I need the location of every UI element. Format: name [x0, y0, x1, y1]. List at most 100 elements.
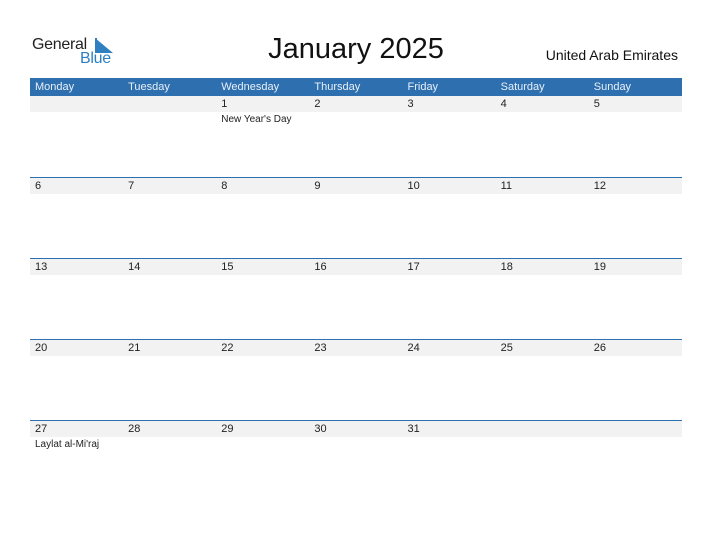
- holiday-label: [403, 194, 496, 196]
- holiday-label: [309, 112, 402, 114]
- day-cell: 3: [402, 96, 496, 125]
- day-cell: 28: [123, 421, 217, 450]
- day-cell: 15: [216, 259, 310, 277]
- day-number: 27: [30, 421, 124, 437]
- day-number: 9: [309, 178, 403, 194]
- day-number: 29: [216, 421, 310, 437]
- day-cell: 6: [30, 178, 124, 196]
- day-number: 20: [30, 340, 124, 356]
- holiday-label: [496, 194, 589, 196]
- day-cell: 5: [588, 96, 682, 125]
- weekday-monday: Monday: [35, 81, 75, 93]
- day-cell: 31: [402, 421, 496, 450]
- weekday-header: Monday Tuesday Wednesday Thursday Friday Satu…: [30, 78, 682, 96]
- day-cell: 22: [216, 340, 310, 358]
- day-cell: 10: [402, 178, 496, 196]
- holiday-label: [30, 194, 123, 196]
- day-number: 19: [588, 259, 682, 275]
- day-cell: 23: [309, 340, 403, 358]
- holiday-label: [123, 275, 216, 277]
- holiday-label: Laylat al-Mi'raj: [35, 439, 100, 450]
- holiday-label: [403, 356, 496, 358]
- day-number: [123, 96, 217, 112]
- day-cell: 14: [123, 259, 217, 277]
- day-number: [588, 421, 682, 437]
- day-number: 24: [402, 340, 496, 356]
- day-cell: 24: [402, 340, 496, 358]
- day-number: 15: [216, 259, 310, 275]
- day-cell: 21: [123, 340, 217, 358]
- day-number: 17: [402, 259, 496, 275]
- holiday-label: [403, 437, 496, 439]
- day-number: 30: [309, 421, 403, 437]
- day-cell: [123, 96, 217, 125]
- weekday-saturday: Saturday: [500, 81, 545, 93]
- weekday-thursday: Thursday: [314, 81, 361, 93]
- day-cell: 29: [216, 421, 310, 450]
- week-row: 1 New Year's Day 2 3 4 5: [30, 96, 682, 177]
- day-cell: 2: [309, 96, 403, 125]
- day-cell: 25: [495, 340, 589, 358]
- holiday-label: [496, 356, 589, 358]
- weekday-tuesday: Tuesday: [128, 81, 170, 93]
- day-cell: 27 Laylat al-Mi'raj: [30, 421, 124, 450]
- day-number: 6: [30, 178, 124, 194]
- day-number: 16: [309, 259, 403, 275]
- day-number: 14: [123, 259, 217, 275]
- day-cell: 16: [309, 259, 403, 277]
- holiday-label: [123, 194, 216, 196]
- holiday-label: [216, 356, 309, 358]
- day-number: [495, 421, 589, 437]
- day-number: 12: [588, 178, 682, 194]
- day-number: 31: [402, 421, 496, 437]
- holiday-label: [589, 194, 682, 196]
- day-number: 11: [495, 178, 589, 194]
- week-days: 1 New Year's Day 2 3 4 5: [30, 96, 682, 125]
- holiday-label: [589, 356, 682, 358]
- day-cell: 18: [495, 259, 589, 277]
- holiday-label: New Year's Day: [221, 114, 292, 125]
- week-days: 20 21 22 23 24 25 26: [30, 340, 682, 358]
- holiday-label: [589, 437, 682, 439]
- week-row: 27 Laylat al-Mi'raj 28 29 30 31: [30, 420, 682, 501]
- holiday-label: [589, 112, 682, 114]
- weeks-container: 1 New Year's Day 2 3 4 5 6 7 8 9 10 11 12 13 14 15 16 17 1…: [30, 96, 682, 501]
- holiday-label: [30, 112, 123, 114]
- calendar-grid: Monday Tuesday Wednesday Thursday Friday Satu…: [30, 78, 682, 501]
- weekday-wednesday: Wednesday: [221, 81, 280, 93]
- country-label: United Arab Emirates: [545, 47, 678, 63]
- day-cell: 12: [588, 178, 682, 196]
- day-number: 21: [123, 340, 217, 356]
- holiday-label: [123, 112, 216, 114]
- weekday-friday: Friday: [407, 81, 439, 93]
- day-cell: 19: [588, 259, 682, 277]
- day-number: [30, 96, 124, 112]
- week-days: 27 Laylat al-Mi'raj 28 29 30 31: [30, 421, 682, 450]
- holiday-label: [216, 194, 309, 196]
- day-cell: 20: [30, 340, 124, 358]
- holiday-label: [30, 356, 123, 358]
- holiday-label: [309, 275, 402, 277]
- holiday-label: [403, 112, 496, 114]
- day-number: 13: [30, 259, 124, 275]
- day-cell: [495, 421, 589, 450]
- holiday-label: [496, 437, 589, 439]
- day-number: 26: [588, 340, 682, 356]
- day-number: 1: [216, 96, 310, 112]
- day-number: 25: [495, 340, 589, 356]
- day-cell: 8: [216, 178, 310, 196]
- holiday-label: [589, 275, 682, 277]
- day-cell: 9: [309, 178, 403, 196]
- holiday-label: [309, 356, 402, 358]
- day-number: 7: [123, 178, 217, 194]
- holiday-label: [309, 437, 402, 439]
- day-cell: 7: [123, 178, 217, 196]
- holiday-label: [123, 437, 216, 439]
- day-number: 4: [495, 96, 589, 112]
- day-number: 10: [402, 178, 496, 194]
- holiday-label: [403, 275, 496, 277]
- day-number: 2: [309, 96, 403, 112]
- day-number: 18: [495, 259, 589, 275]
- day-cell: 4: [495, 96, 589, 125]
- day-cell: 1 New Year's Day: [216, 96, 310, 125]
